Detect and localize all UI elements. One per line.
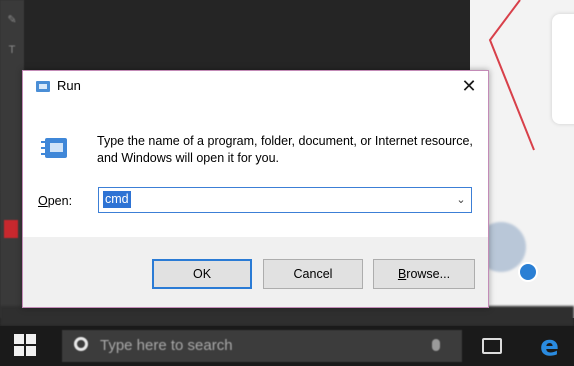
prompt-text: Type the name of a program, folder, docu… (97, 134, 473, 165)
background-strip (0, 306, 574, 326)
title-bar[interactable]: Run ✕ (23, 71, 488, 103)
run-icon (41, 138, 67, 158)
open-label-text: pen: (47, 194, 73, 208)
run-dialog: Run ✕ Type the name of a program, folder… (22, 70, 489, 308)
chevron-down-icon[interactable]: ⌄ (451, 188, 471, 212)
cortana-icon (74, 337, 88, 351)
close-icon[interactable]: ✕ (453, 73, 485, 101)
pen-tool-icon: ✎ (7, 14, 17, 26)
color-swatch (4, 220, 18, 238)
taskbar-search-box[interactable]: Type here to search (62, 330, 462, 362)
dialog-content: Type the name of a program, folder, docu… (23, 103, 488, 237)
microphone-icon[interactable] (432, 339, 440, 351)
taskbar: Type here to search e (0, 326, 574, 366)
background-card (552, 14, 574, 124)
search-placeholder: Type here to search (100, 337, 233, 354)
ok-button[interactable]: OK (152, 259, 252, 289)
open-input[interactable]: cmd (103, 191, 131, 208)
windows-logo-icon[interactable] (14, 334, 38, 358)
dialog-title: Run (57, 78, 81, 93)
run-icon (36, 81, 50, 92)
edge-icon[interactable]: e (540, 332, 564, 360)
open-combobox[interactable]: cmd ⌄ (98, 187, 472, 213)
open-label-accelerator: O (38, 194, 48, 208)
browse-button-text: rowse... (406, 267, 451, 281)
background-toolbar: ✎ T (0, 0, 24, 318)
notification-dot (518, 262, 538, 282)
text-tool-icon: T (8, 44, 16, 56)
task-view-icon[interactable] (482, 338, 502, 354)
open-label: Open: (38, 194, 72, 208)
browse-button[interactable]: Browse... (373, 259, 475, 289)
cancel-button[interactable]: Cancel (263, 259, 363, 289)
